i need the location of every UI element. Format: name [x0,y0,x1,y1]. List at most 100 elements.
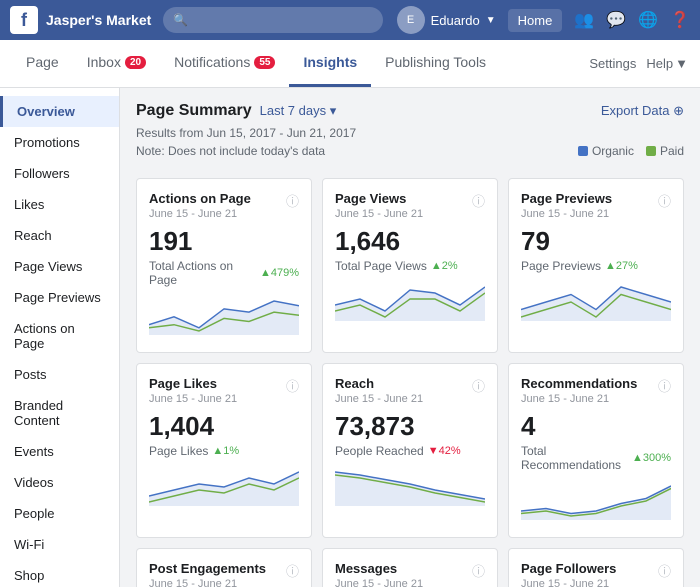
card-value: 4 [521,411,671,442]
chevron-down-icon: ▼ [486,15,496,26]
card-label: Total Page Views ▲2% [335,259,485,273]
card-value: 73,873 [335,411,485,442]
card-post-engagements: Post Engagements June 15 - June 21 ⓘ 17,… [136,548,312,587]
search-bar[interactable]: 🔍 [163,7,383,33]
card-title: Messages [335,561,423,576]
card-header: Page Views June 15 - June 21 ⓘ [335,191,485,220]
sidebar-item-shop[interactable]: Shop [0,560,119,587]
date-range-selector[interactable]: Last 7 days ▾ [260,103,337,119]
sidebar-item-events[interactable]: Events [0,436,119,467]
facebook-logo: f [10,6,38,34]
card-label: Page Likes ▲1% [149,444,299,458]
info-icon[interactable]: ⓘ [658,561,671,580]
sidebar-item-branded-content[interactable]: Branded Content [0,390,119,436]
search-icon: 🔍 [173,13,188,27]
card-page-likes: Page Likes June 15 - June 21 ⓘ 1,404 Pag… [136,363,312,538]
page-summary-header: Page Summary Last 7 days ▾ Export Data ⊕ [136,102,684,120]
card-date: June 15 - June 21 [335,208,423,220]
card-recommendations: Recommendations June 15 - June 21 ⓘ 4 To… [508,363,684,538]
card-title: Actions on Page [149,191,251,206]
avatar: E [397,6,425,34]
card-label: Total Actions on Page ▲479% [149,259,299,287]
chat-icon[interactable]: 💬 [606,10,626,30]
card-title: Page Likes [149,376,237,391]
info-icon[interactable]: ⓘ [286,376,299,395]
card-title: Page Followers [521,561,616,576]
card-value: 79 [521,226,671,257]
user-name: Eduardo [431,13,480,28]
sidebar-item-promotions[interactable]: Promotions [0,127,119,158]
nav-tab-notifications[interactable]: Notifications 55 [160,40,289,87]
card-header: Post Engagements June 15 - June 21 ⓘ [149,561,299,587]
info-icon[interactable]: ⓘ [472,561,485,580]
sidebar-item-page-previews[interactable]: Page Previews [0,282,119,313]
card-header: Page Followers June 15 - June 21 ⓘ [521,561,671,587]
nav-tab-page[interactable]: Page [12,40,73,87]
card-title: Post Engagements [149,561,266,576]
card-value: 1,646 [335,226,485,257]
sidebar-item-reach[interactable]: Reach [0,220,119,251]
notifications-badge: 55 [254,56,275,69]
card-header: Reach June 15 - June 21 ⓘ [335,376,485,405]
top-bar-right: E Eduardo ▼ Home 👥 💬 🌐 ❓ [397,6,690,34]
sidebar-item-page-views[interactable]: Page Views [0,251,119,282]
page-summary-title: Page Summary [136,102,252,120]
legend-paid: Paid [646,144,684,158]
info-icon[interactable]: ⓘ [658,376,671,395]
nav-tab-publishing-tools[interactable]: Publishing Tools [371,40,500,87]
info-icon[interactable]: ⓘ [286,561,299,580]
card-header: Page Previews June 15 - June 21 ⓘ [521,191,671,220]
help-icon[interactable]: ❓ [670,10,690,30]
mini-chart [521,281,671,326]
info-icon[interactable]: ⓘ [286,191,299,210]
sidebar-item-actions-on-page[interactable]: Actions on Page [0,313,119,359]
legend-organic: Organic [578,144,634,158]
sidebar-item-overview[interactable]: Overview [0,96,119,127]
sidebar-item-likes[interactable]: Likes [0,189,119,220]
card-reach: Reach June 15 - June 21 ⓘ 73,873 People … [322,363,498,538]
nav-bar-right: Settings Help ▼ [589,56,688,71]
results-info: Results from Jun 15, 2017 - Jun 21, 2017 [136,126,684,140]
card-title: Page Views [335,191,423,206]
mini-chart [335,281,485,326]
nav-tab-inbox[interactable]: Inbox 20 [73,40,160,87]
info-icon[interactable]: ⓘ [658,191,671,210]
card-title: Reach [335,376,423,391]
info-icon[interactable]: ⓘ [472,191,485,210]
card-date: June 15 - June 21 [335,578,423,587]
friends-icon[interactable]: 👥 [574,10,594,30]
chevron-down-icon: ▼ [675,56,688,71]
nav-tab-insights[interactable]: Insights [289,40,371,87]
card-date: June 15 - June 21 [521,208,612,220]
user-menu[interactable]: E Eduardo ▼ [397,6,496,34]
card-header: Page Likes June 15 - June 21 ⓘ [149,376,299,405]
card-header: Messages June 15 - June 21 ⓘ [335,561,485,587]
main-layout: OverviewPromotionsFollowersLikesReachPag… [0,88,700,587]
sidebar-item-followers[interactable]: Followers [0,158,119,189]
card-header: Recommendations June 15 - June 21 ⓘ [521,376,671,405]
chart-legend: Organic Paid [578,144,684,158]
help-button[interactable]: Help ▼ [646,56,688,71]
card-label: People Reached ▼42% [335,444,485,458]
card-title: Recommendations [521,376,637,391]
sidebar-item-people[interactable]: People [0,498,119,529]
card-page-previews: Page Previews June 15 - June 21 ⓘ 79 Pag… [508,178,684,353]
settings-button[interactable]: Settings [589,56,636,71]
note-info: Note: Does not include today's data [136,144,325,158]
export-data-button[interactable]: Export Data ⊕ [601,103,684,119]
sidebar-item-posts[interactable]: Posts [0,359,119,390]
sidebar-item-wi-fi[interactable]: Wi-Fi [0,529,119,560]
mini-chart [335,466,485,511]
mini-chart [521,480,671,525]
card-date: June 15 - June 21 [149,393,237,405]
home-button[interactable]: Home [508,9,563,32]
mini-chart [149,466,299,511]
globe-icon[interactable]: 🌐 [638,10,658,30]
inbox-badge: 20 [125,56,146,69]
card-page-views: Page Views June 15 - June 21 ⓘ 1,646 Tot… [322,178,498,353]
nav-bar: Page Inbox 20 Notifications 55 Insights … [0,40,700,88]
info-icon[interactable]: ⓘ [472,376,485,395]
search-input[interactable] [194,13,373,28]
sidebar-item-videos[interactable]: Videos [0,467,119,498]
content-area: Page Summary Last 7 days ▾ Export Data ⊕… [120,88,700,587]
